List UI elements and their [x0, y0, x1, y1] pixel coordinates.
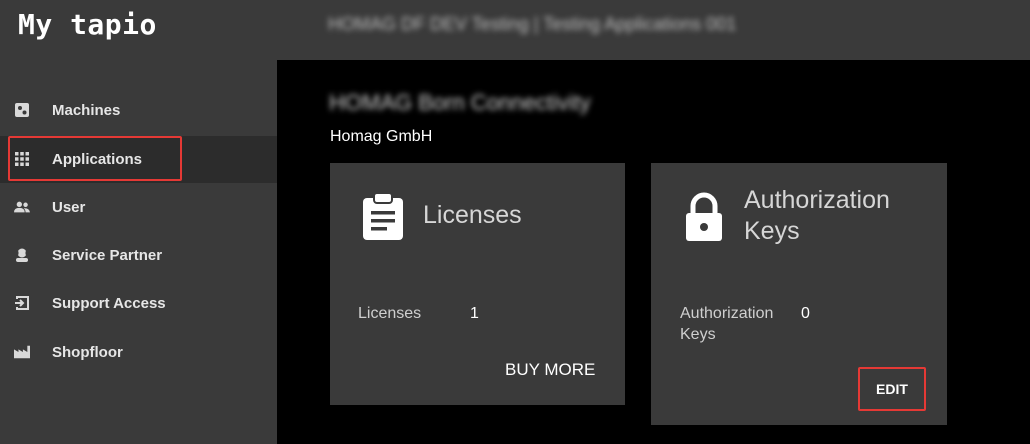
sidebar-item-support-access[interactable]: Support Access: [0, 283, 277, 323]
card-title: Licenses: [423, 201, 522, 229]
licenses-count: 1: [470, 305, 479, 322]
company-name: Homag GmbH: [330, 128, 433, 145]
card-title-line: Keys: [744, 217, 800, 245]
login-icon: [14, 295, 30, 311]
top-bar: My tapio HOMAG DF DEV Testing | Testing …: [0, 0, 1030, 60]
sidebar-item-shopfloor[interactable]: Shopfloor: [0, 332, 277, 372]
authorization-keys-count: 0: [801, 305, 810, 322]
users-icon: [14, 199, 30, 215]
sidebar-item-label: Machines: [52, 101, 121, 119]
sidebar-item-label: Service Partner: [52, 246, 163, 264]
sidebar-item-label: Support Access: [52, 294, 166, 312]
machines-icon: [14, 102, 30, 118]
clipboard-icon: [361, 192, 405, 245]
key-line: Keys: [680, 326, 716, 343]
sidebar-item-label: Shopfloor: [52, 343, 123, 361]
context-title: HOMAG DF DEV Testing | Testing Applicati…: [328, 14, 737, 34]
licenses-key: Licenses: [358, 305, 422, 322]
applications-highlight-box: [8, 136, 182, 181]
authorization-keys-key: Authorization Keys: [680, 303, 773, 345]
card-title-line: Authorization: [744, 186, 890, 214]
main-panel: HOMAG Born Connectivity Homag GmbH Licen…: [277, 60, 1030, 444]
service-partner-icon: [14, 247, 30, 263]
page-title: HOMAG Born Connectivity: [329, 90, 591, 115]
sidebar-item-label: User: [52, 198, 86, 216]
licenses-card: Licenses Licenses 1 BUY MORE: [330, 163, 625, 405]
authorization-keys-card: Authorization Keys Authorization Keys 0 …: [651, 163, 947, 425]
sidebar-item-user[interactable]: User: [0, 187, 277, 227]
card-title: Authorization Keys: [744, 185, 890, 247]
sidebar-item-service-partner[interactable]: Service Partner: [0, 235, 277, 275]
factory-icon: [14, 344, 30, 360]
sidebar-item-machines[interactable]: Machines: [0, 90, 277, 130]
app-brand[interactable]: My tapio: [18, 8, 157, 41]
sidebar: Machines Applications User Service Partn…: [0, 60, 277, 444]
lock-icon: [684, 192, 724, 247]
buy-more-button[interactable]: BUY MORE: [505, 360, 595, 380]
edit-highlight-box: EDIT: [858, 367, 926, 411]
key-line: Authorization: [680, 305, 774, 322]
edit-button[interactable]: EDIT: [876, 381, 908, 397]
